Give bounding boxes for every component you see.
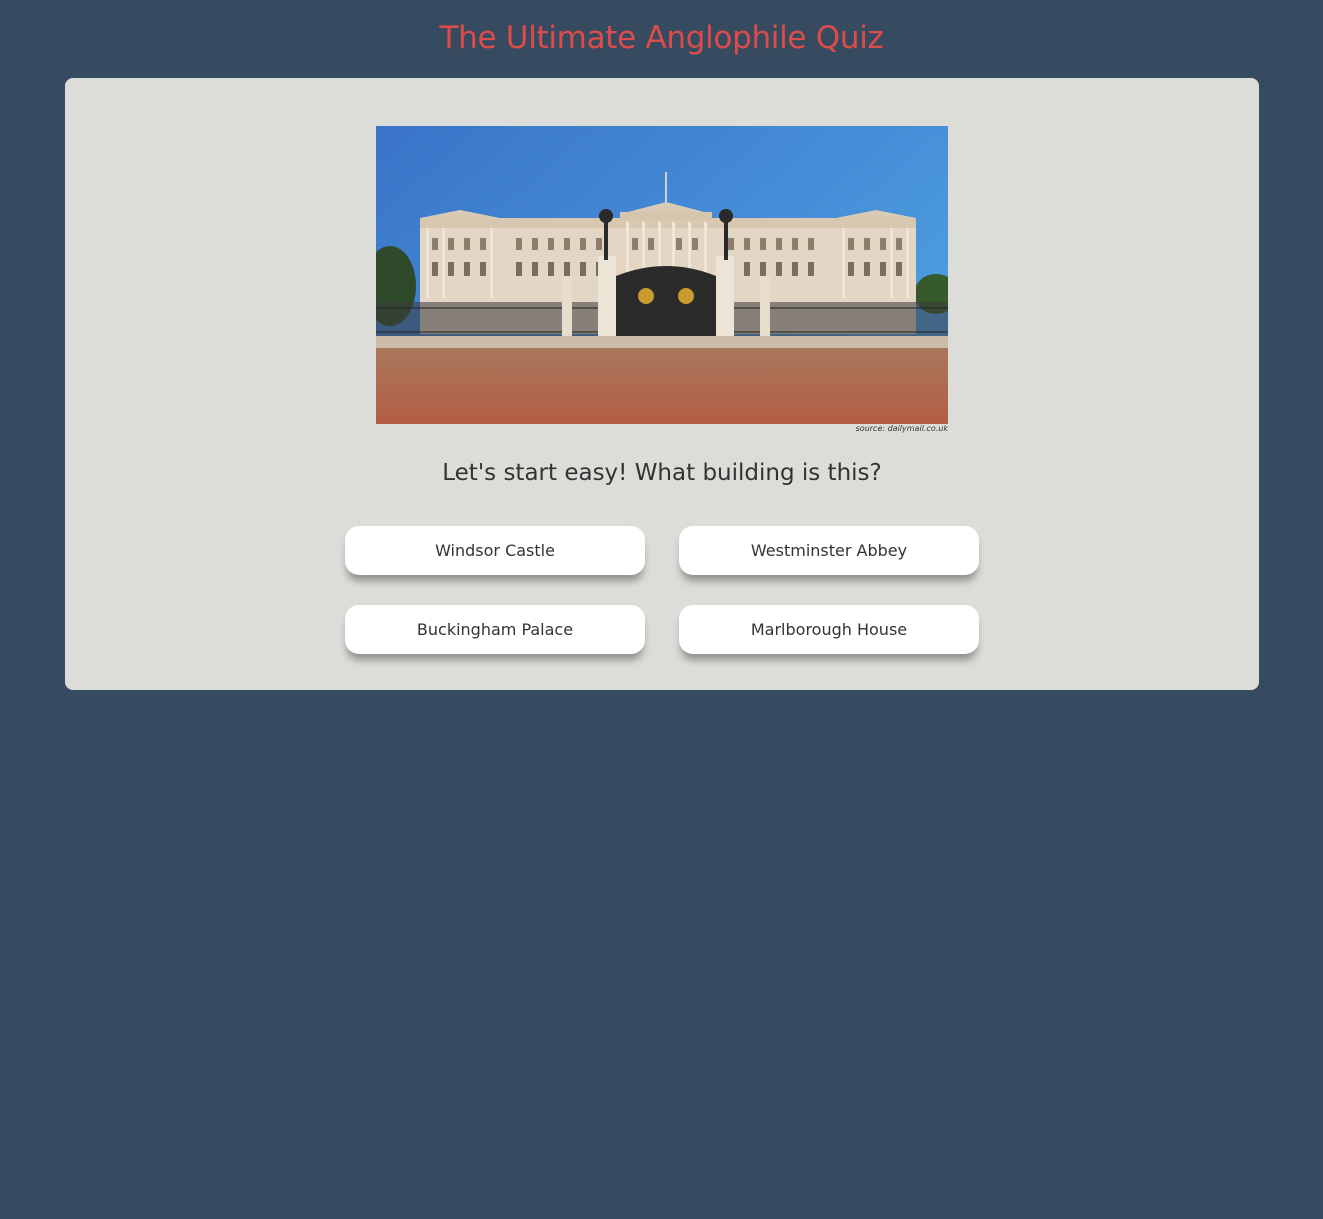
answer-marlborough-house[interactable]: Marlborough House <box>679 605 979 654</box>
quiz-card: source: dailymail.co.uk Let's start easy… <box>65 78 1259 690</box>
page-title: The Ultimate Anglophile Quiz <box>439 20 884 56</box>
answer-westminster-abbey[interactable]: Westminster Abbey <box>679 526 979 575</box>
question-photo <box>376 126 948 424</box>
question-text: Let's start easy! What building is this? <box>442 460 882 486</box>
image-source-caption: source: dailymail.co.uk <box>855 424 948 433</box>
answer-windsor-castle[interactable]: Windsor Castle <box>345 526 645 575</box>
answer-buckingham-palace[interactable]: Buckingham Palace <box>345 605 645 654</box>
